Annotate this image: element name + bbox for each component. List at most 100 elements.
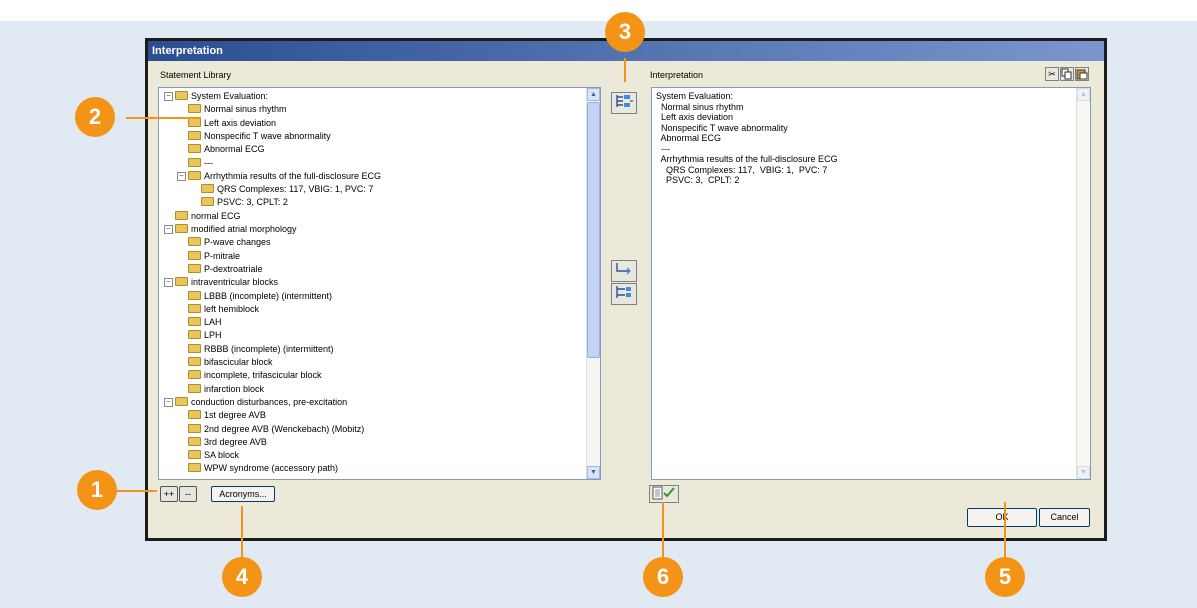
- folder-icon: [188, 290, 201, 300]
- tree-item-label: normal ECG: [191, 210, 241, 221]
- folder-icon: [201, 197, 214, 207]
- folder-icon: [188, 330, 201, 340]
- scissors-icon: ✂: [1048, 69, 1056, 79]
- tree-item-label: conduction disturbances, pre-excitation: [191, 396, 348, 407]
- tree-item-label: incomplete, trifascicular block: [204, 370, 322, 381]
- tree-item[interactable]: Abnormal ECG: [188, 143, 265, 156]
- interpretation-label: Interpretation: [650, 70, 704, 80]
- scroll-thumb[interactable]: [587, 102, 600, 358]
- folder-icon: [188, 370, 201, 380]
- cut-button[interactable]: ✂: [1045, 67, 1059, 81]
- interpretation-dialog: Interpretation Statement Library System …: [145, 38, 1107, 541]
- collapse-icon[interactable]: –: [164, 397, 173, 407]
- folder-icon: [188, 144, 201, 154]
- statement-library-tree[interactable]: System Evaluation: – Normal sinus rhythm Le…: [158, 87, 601, 480]
- tree-item-label: infarction block: [204, 383, 265, 394]
- tree-item[interactable]: P-wave changes: [188, 236, 271, 249]
- tree-item[interactable]: ---: [188, 157, 213, 170]
- tree-item[interactable]: QRS Complexes: 117, VBIG: 1, PVC: 7: [201, 183, 373, 196]
- tree-item[interactable]: LBBB (incomplete) (intermittent): [188, 290, 332, 303]
- callout-1-line: [117, 490, 157, 492]
- tree-item[interactable]: 3rd degree AVB: [188, 436, 267, 449]
- tree-item[interactable]: SA block: [188, 449, 239, 462]
- collapse-all-button[interactable]: --: [179, 486, 197, 502]
- scroll-up-button[interactable]: ▲: [1077, 88, 1090, 101]
- paste-button[interactable]: [1075, 67, 1089, 81]
- ok-button[interactable]: OK: [967, 508, 1037, 527]
- callout-4: 4: [222, 557, 262, 597]
- folder-icon: [188, 104, 201, 114]
- tree-item[interactable]: Arrhythmia results of the full-disclosur…: [188, 170, 381, 183]
- collapse-icon[interactable]: –: [164, 278, 173, 288]
- callout-1: 1: [77, 470, 117, 510]
- acronyms-button[interactable]: Acronyms...: [211, 486, 275, 502]
- tree-item[interactable]: P-mitrale: [188, 250, 240, 263]
- scroll-up-button[interactable]: ▲: [587, 88, 600, 101]
- tree-item-label: Arrhythmia results of the full-disclosur…: [204, 170, 382, 181]
- folder-icon: [188, 263, 201, 273]
- collapse-icon[interactable]: –: [177, 171, 186, 181]
- callout-3-line: [624, 58, 626, 82]
- tree-item[interactable]: modified atrial morphology: [175, 223, 297, 236]
- tree-item[interactable]: RBBB (incomplete) (intermittent): [188, 343, 334, 356]
- callout-5: 5: [985, 557, 1025, 597]
- tree-item[interactable]: WPW syndrome (accessory path): [188, 462, 338, 475]
- dialog-client: Statement Library System Evaluation: – Nor…: [148, 61, 1104, 538]
- folder-icon: [175, 224, 188, 233]
- add-branch-icon: [616, 286, 631, 298]
- callout-6: 6: [643, 557, 683, 597]
- folder-icon: [188, 343, 201, 353]
- tree-item[interactable]: Nonspecific T wave abnormality: [188, 130, 331, 143]
- tree-item[interactable]: LAH: [188, 316, 222, 329]
- collapse-icon[interactable]: –: [164, 92, 173, 101]
- accept-interpretation-button[interactable]: [649, 485, 679, 503]
- insert-statement-button[interactable]: [611, 92, 637, 114]
- tree-item[interactable]: conduction disturbances, pre-excitation: [175, 396, 347, 409]
- callout-3: 3: [605, 12, 645, 52]
- tree-item[interactable]: normal ECG: [175, 210, 241, 223]
- add-line-button[interactable]: [611, 260, 637, 282]
- folder-icon: [188, 410, 201, 420]
- interpretation-scrollbar[interactable]: ▲ ▼: [1076, 88, 1090, 479]
- folder-icon: [188, 303, 201, 313]
- add-branch-button[interactable]: [611, 283, 637, 305]
- tree-item[interactable]: 1st degree AVB: [188, 409, 266, 422]
- callout-5-line: [1004, 502, 1006, 558]
- copy-icon: [1061, 68, 1072, 80]
- folder-icon: [175, 396, 188, 406]
- cancel-button[interactable]: Cancel: [1039, 508, 1090, 527]
- scroll-down-button[interactable]: ▼: [1077, 466, 1090, 479]
- tree-item[interactable]: intraventricular blocks: [175, 276, 278, 289]
- copy-button[interactable]: [1060, 67, 1074, 81]
- tree-item-label: PSVC: 3, CPLT: 2: [217, 197, 288, 208]
- tree-item-label: Left axis deviation: [204, 117, 277, 128]
- tree-item[interactable]: bifascicular block: [188, 356, 273, 369]
- tree-item[interactable]: P-dextroatriale: [188, 263, 263, 276]
- expand-all-button[interactable]: ++: [160, 486, 178, 502]
- tree-item-label: ---: [204, 157, 213, 168]
- tree-item-label: LAH: [204, 317, 222, 328]
- tree-item[interactable]: infarction block: [188, 383, 264, 396]
- tree-item[interactable]: incomplete, trifascicular block: [188, 369, 322, 382]
- folder-icon: [175, 210, 188, 220]
- tree-item-label: P-wave changes: [204, 237, 271, 248]
- tree-item-label: modified atrial morphology: [191, 224, 297, 234]
- tree-item[interactable]: PSVC: 3, CPLT: 2: [201, 196, 288, 209]
- scroll-down-button[interactable]: ▼: [587, 466, 600, 479]
- tree-item-label: Nonspecific T wave abnormality: [204, 130, 331, 141]
- callout-2: 2: [75, 97, 115, 137]
- library-scrollbar[interactable]: ▲ ▼: [586, 88, 600, 479]
- tree-item[interactable]: 2nd degree AVB (Wenckebach) (Mobitz): [188, 423, 364, 436]
- tree-item[interactable]: Left axis deviation: [188, 117, 276, 130]
- tree-item-label: 2nd degree AVB (Wenckebach) (Mobitz): [204, 423, 365, 434]
- tree-item[interactable]: LPH: [188, 329, 222, 342]
- tree-item[interactable]: left hemiblock: [188, 303, 259, 316]
- interpretation-textbox[interactable]: System Evaluation: Normal sinus rhythm L…: [651, 87, 1091, 480]
- callout-4-line: [241, 506, 243, 558]
- tree-item[interactable]: Normal sinus rhythm: [188, 103, 287, 116]
- tree-item-label: 3rd degree AVB: [204, 436, 267, 447]
- folder-icon: [188, 170, 201, 180]
- folder-icon: [188, 383, 201, 393]
- collapse-icon[interactable]: –: [164, 225, 173, 234]
- tree-item[interactable]: System Evaluation:: [175, 90, 268, 103]
